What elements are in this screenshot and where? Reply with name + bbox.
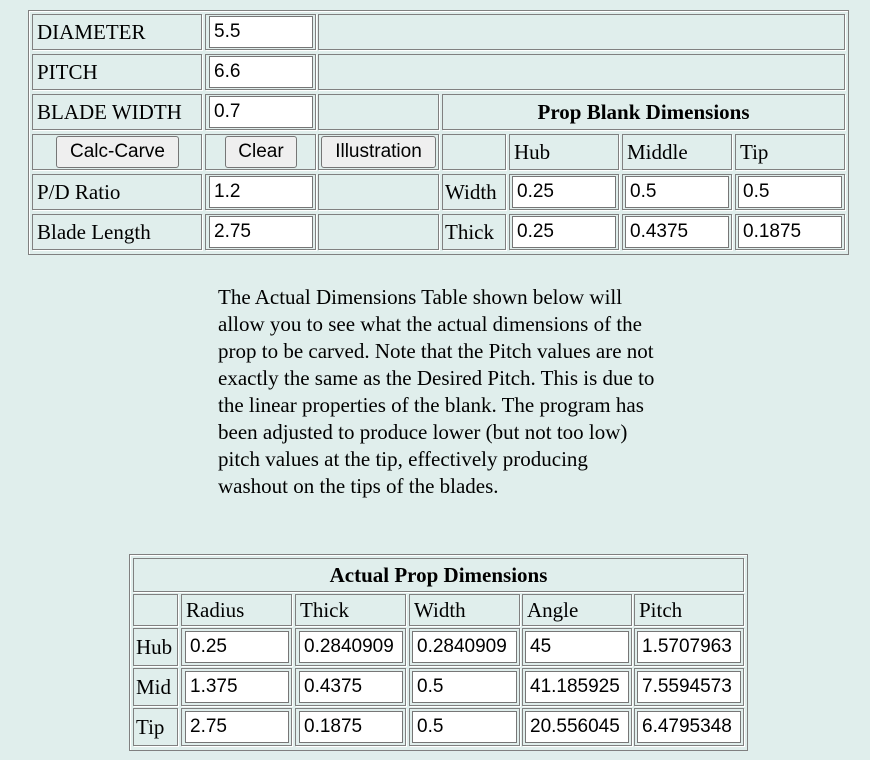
tip-angle-input[interactable] bbox=[525, 711, 629, 743]
input-cell bbox=[509, 214, 619, 250]
header-thick: Thick bbox=[295, 594, 406, 626]
header-width: Width bbox=[409, 594, 520, 626]
blade-width-input[interactable] bbox=[209, 96, 313, 128]
hub-pitch-input[interactable] bbox=[637, 631, 741, 663]
row-label-tip: Tip bbox=[133, 708, 178, 746]
blade-length-input[interactable] bbox=[209, 216, 313, 248]
pd-ratio-input[interactable] bbox=[209, 176, 313, 208]
header-radius: Radius bbox=[181, 594, 292, 626]
blank-col-tip: Tip bbox=[735, 134, 845, 170]
input-cell bbox=[735, 174, 845, 210]
empty-cell bbox=[318, 174, 439, 210]
hub-radius-input[interactable] bbox=[185, 631, 289, 663]
corner-cell bbox=[133, 594, 178, 626]
mid-thick-input[interactable] bbox=[299, 671, 403, 703]
empty-cell bbox=[318, 94, 439, 130]
hub-thick-input[interactable] bbox=[299, 631, 403, 663]
tip-pitch-input[interactable] bbox=[637, 711, 741, 743]
pitch-label: PITCH bbox=[32, 54, 202, 90]
empty-cell bbox=[318, 14, 845, 50]
input-cell bbox=[622, 174, 732, 210]
input-cell bbox=[622, 214, 732, 250]
description-text: The Actual Dimensions Table shown below … bbox=[218, 285, 655, 498]
mid-pitch-input[interactable] bbox=[637, 671, 741, 703]
empty-cell bbox=[442, 134, 506, 170]
tip-width-input[interactable] bbox=[412, 711, 517, 743]
blank-title: Prop Blank Dimensions bbox=[442, 94, 845, 130]
tip-radius-input[interactable] bbox=[185, 711, 289, 743]
mid-angle-input[interactable] bbox=[525, 671, 629, 703]
blank-col-hub: Hub bbox=[509, 134, 619, 170]
tip-thick-input[interactable] bbox=[299, 711, 403, 743]
row-label-hub: Hub bbox=[133, 628, 178, 666]
diameter-input[interactable] bbox=[209, 16, 313, 48]
clear-button[interactable]: Clear bbox=[225, 136, 297, 168]
input-cell bbox=[735, 214, 845, 250]
header-angle: Angle bbox=[522, 594, 632, 626]
mid-radius-input[interactable] bbox=[185, 671, 289, 703]
hub-width-input[interactable] bbox=[412, 631, 517, 663]
row-label-mid: Mid bbox=[133, 668, 178, 706]
blank-width-label: Width bbox=[442, 174, 506, 210]
actual-title: Actual Prop Dimensions bbox=[133, 558, 744, 592]
diameter-label: DIAMETER bbox=[32, 14, 202, 50]
calc-carve-button[interactable]: Calc-Carve bbox=[56, 136, 179, 168]
blank-thick-label: Thick bbox=[442, 214, 506, 250]
pd-ratio-label: P/D Ratio bbox=[32, 174, 202, 210]
blank-col-middle: Middle bbox=[622, 134, 732, 170]
input-cell bbox=[509, 174, 619, 210]
illustration-button[interactable]: Illustration bbox=[321, 136, 436, 168]
empty-cell bbox=[318, 214, 439, 250]
header-pitch: Pitch bbox=[634, 594, 744, 626]
hub-angle-input[interactable] bbox=[525, 631, 629, 663]
empty-cell bbox=[318, 54, 845, 90]
pitch-input[interactable] bbox=[209, 56, 313, 88]
blade-length-label: Blade Length bbox=[32, 214, 202, 250]
blade-width-label: BLADE WIDTH bbox=[32, 94, 202, 130]
mid-width-input[interactable] bbox=[412, 671, 517, 703]
